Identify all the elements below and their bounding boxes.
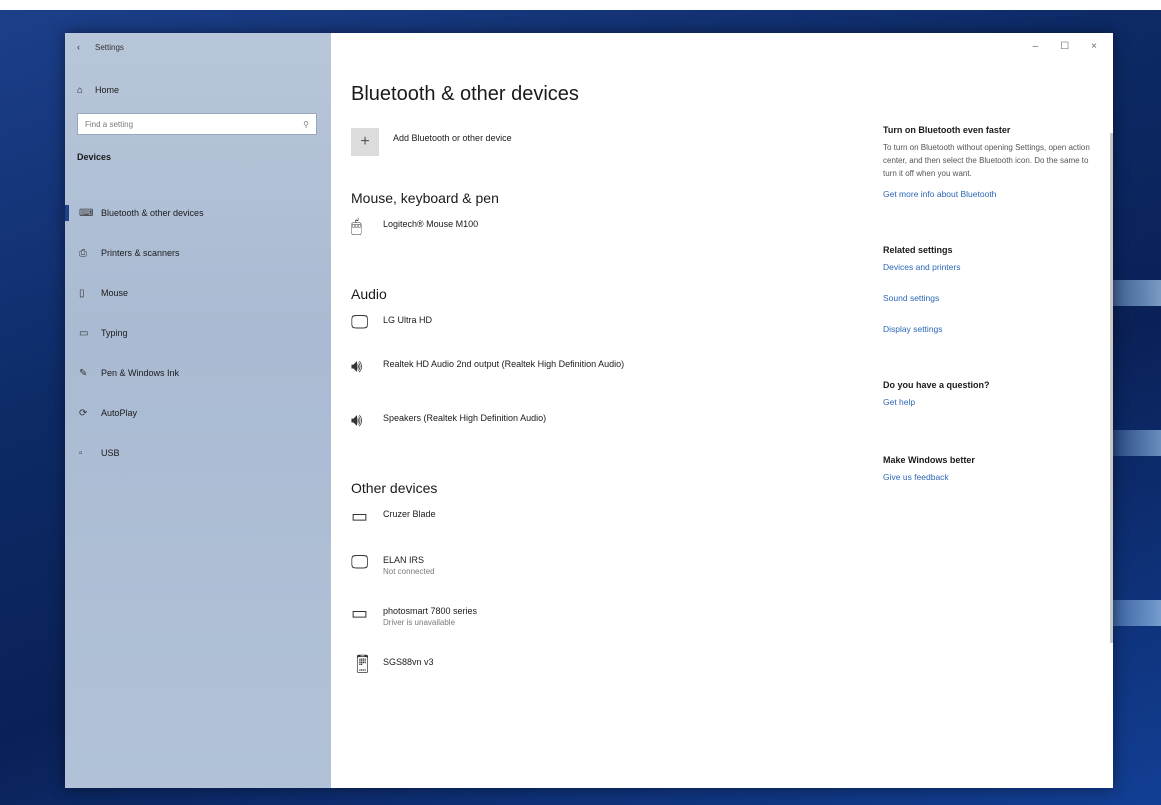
sidebar-item-usb[interactable]: ▫ USB xyxy=(65,433,331,473)
phone-icon: 📱︎ xyxy=(351,654,374,674)
sidebar-nav: ⌨ Bluetooth & other devices ⎙ Printers &… xyxy=(65,193,331,473)
home-label: Home xyxy=(95,85,120,95)
mouse-icon: 🖱︎ xyxy=(351,216,362,236)
main-content: – ☐ × Bluetooth & other devices + Add Bl… xyxy=(331,33,1113,788)
usb-drive-icon: ▭ xyxy=(351,506,369,526)
device-status: Not connected xyxy=(383,567,435,576)
question-heading: Do you have a question? xyxy=(883,380,990,390)
get-help-link[interactable]: Get help xyxy=(883,396,1093,409)
sidebar-item-label: Bluetooth & other devices xyxy=(101,208,204,218)
titlebar: ‹ Settings xyxy=(65,33,331,61)
device-item[interactable]: 🖵︎ ELAN IRS Not connected xyxy=(351,552,851,577)
section-heading-mouse-keyboard-pen: Mouse, keyboard & pen xyxy=(351,190,499,206)
search-input[interactable]: Find a setting ⚲ xyxy=(77,113,317,135)
printer-icon: ▭ xyxy=(351,603,369,623)
faster-text: To turn on Bluetooth without opening Set… xyxy=(883,143,1090,178)
scrollbar[interactable] xyxy=(1110,133,1113,643)
device-item[interactable]: 🔊︎ Speakers (Realtek High Definition Aud… xyxy=(351,410,851,430)
device-item[interactable]: 🖱︎ Logitech® Mouse M100 xyxy=(351,216,851,236)
mouse-icon: ▯ xyxy=(79,287,85,299)
search-icon: ⚲ xyxy=(303,119,309,129)
sound-settings-link[interactable]: Sound settings xyxy=(883,292,1093,305)
back-arrow-icon[interactable]: ‹ xyxy=(77,42,95,52)
plus-icon: + xyxy=(360,133,370,150)
display-settings-link[interactable]: Display settings xyxy=(883,323,1093,336)
faster-heading: Turn on Bluetooth even faster xyxy=(883,125,1011,135)
device-item[interactable]: 📱︎ SGS88vn v3 xyxy=(351,654,851,674)
device-item[interactable]: ▭ Cruzer Blade xyxy=(351,506,851,526)
monitor-icon: 🖵︎ xyxy=(351,312,369,332)
sidebar-item-label: AutoPlay xyxy=(101,408,138,418)
device-item[interactable]: 🖵︎ LG Ultra HD xyxy=(351,312,851,332)
add-device-button[interactable]: + xyxy=(351,128,379,156)
section-heading-audio: Audio xyxy=(351,286,387,302)
close-button[interactable]: × xyxy=(1091,41,1097,52)
autoplay-icon: ⟳ xyxy=(79,407,88,419)
sidebar-item-label: Mouse xyxy=(101,288,129,298)
sidebar-item-label: Typing xyxy=(101,328,128,338)
home-icon: ⌂ xyxy=(77,84,84,96)
device-name: LG Ultra HD xyxy=(383,315,433,325)
page-title: Bluetooth & other devices xyxy=(351,83,579,105)
sidebar-item-mouse[interactable]: ▯ Mouse xyxy=(65,273,331,313)
make-windows-better-heading: Make Windows better xyxy=(883,455,975,465)
home-nav-item[interactable]: ⌂ Home xyxy=(65,77,331,103)
device-list: + Add Bluetooth or other device Mouse, k… xyxy=(351,128,851,674)
keyboard-icon: ▭ xyxy=(79,327,89,339)
search-placeholder: Find a setting xyxy=(85,119,134,129)
printer-icon: ⎙ xyxy=(79,247,87,259)
bluetooth-info-link[interactable]: Get more info about Bluetooth xyxy=(883,188,1093,201)
add-device-row[interactable]: + Add Bluetooth or other device xyxy=(351,128,851,168)
device-name: Cruzer Blade xyxy=(383,509,436,519)
devices-and-printers-link[interactable]: Devices and printers xyxy=(883,261,1093,274)
sidebar-item-pen[interactable]: ✎ Pen & Windows Ink xyxy=(65,353,331,393)
sidebar-item-autoplay[interactable]: ⟳ AutoPlay xyxy=(65,393,331,433)
related-settings-heading: Related settings xyxy=(883,245,953,255)
device-name: Logitech® Mouse M100 xyxy=(383,219,479,229)
window-controls: – ☐ × xyxy=(1033,41,1097,52)
bluetooth-devices-icon: ⌨ xyxy=(79,207,94,219)
maximize-button[interactable]: ☐ xyxy=(1060,41,1069,52)
pen-icon: ✎ xyxy=(79,367,88,379)
sidebar-item-printers[interactable]: ⎙ Printers & scanners xyxy=(65,233,331,273)
settings-window: ‹ Settings ⌂ Home Find a setting ⚲ Devic… xyxy=(65,33,1113,788)
device-status: Driver is unavailable xyxy=(383,618,456,627)
device-name: Speakers (Realtek High Definition Audio) xyxy=(383,413,547,423)
sidebar-item-label: Pen & Windows Ink xyxy=(101,368,180,378)
device-name: SGS88vn v3 xyxy=(383,657,434,667)
device-item[interactable]: ▭ photosmart 7800 series Driver is unava… xyxy=(351,603,851,628)
device-item[interactable]: 🔊︎ Realtek HD Audio 2nd output (Realtek … xyxy=(351,356,851,376)
sidebar-item-label: USB xyxy=(101,448,120,458)
side-panel: Turn on Bluetooth even faster To turn on… xyxy=(883,125,1093,484)
minimize-button[interactable]: – xyxy=(1033,41,1039,52)
speaker-icon: 🔊︎ xyxy=(351,410,363,430)
category-heading: Devices xyxy=(77,152,112,162)
speaker-icon: 🔊︎ xyxy=(351,356,363,376)
device-name: ELAN IRS xyxy=(383,555,425,565)
add-device-label: Add Bluetooth or other device xyxy=(393,133,512,143)
device-name: Realtek HD Audio 2nd output (Realtek Hig… xyxy=(383,359,625,369)
window-title: Settings xyxy=(95,42,124,52)
device-name: photosmart 7800 series xyxy=(383,606,478,616)
sidebar-item-label: Printers & scanners xyxy=(101,248,180,258)
usb-icon: ▫ xyxy=(79,447,83,459)
sidebar: ‹ Settings ⌂ Home Find a setting ⚲ Devic… xyxy=(65,33,331,788)
sidebar-item-typing[interactable]: ▭ Typing xyxy=(65,313,331,353)
sidebar-item-bluetooth[interactable]: ⌨ Bluetooth & other devices xyxy=(65,193,331,233)
feedback-link[interactable]: Give us feedback xyxy=(883,471,1093,484)
section-heading-other-devices: Other devices xyxy=(351,480,438,496)
device-icon: 🖵︎ xyxy=(351,552,369,572)
